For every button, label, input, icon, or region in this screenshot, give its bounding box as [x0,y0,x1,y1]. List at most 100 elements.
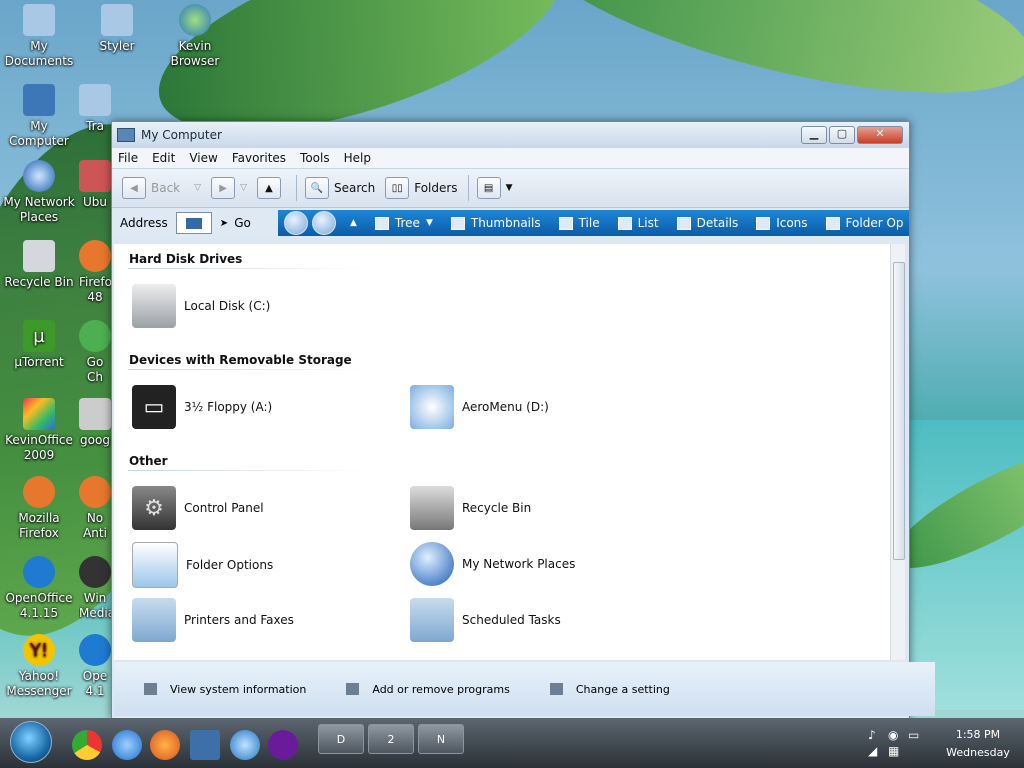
desktop-icon-utorrent[interactable]: µ µTorrent [1,320,77,370]
view-thumbnails[interactable]: Thumbnails [450,216,541,230]
item-floppy[interactable]: ▭ 3½ Floppy (A:) [132,385,272,429]
chrome-icon [79,320,111,352]
desktop-icon-kevinoffice[interactable]: KevinOffice 2009 [1,398,77,463]
desktop-icon-ope[interactable]: Ope 4.1 [79,634,111,699]
openoffice-icon [23,556,55,588]
title-bar[interactable]: My Computer ▁ ▢ ✕ [112,122,909,148]
item-control-panel[interactable]: ⚙ Control Panel [132,486,264,530]
menu-favorites[interactable]: Favorites [232,151,286,165]
desktop-icon-openoffice[interactable]: OpenOffice 4.1.15 [1,556,77,621]
vertical-scrollbar[interactable] [890,244,905,660]
menu-view[interactable]: View [189,151,217,165]
yahoo-icon[interactable] [268,730,298,760]
maximize-button[interactable]: ▢ [829,126,855,144]
computer-icon [23,84,55,116]
view-tree[interactable]: Tree ▼ [374,216,433,230]
view-list[interactable]: List [617,216,659,230]
desktop-icon-styler[interactable]: Styler [79,4,155,54]
chevron-down-icon: ▼ [425,218,433,228]
cd-drive-icon [410,385,454,429]
desktop-icon-yahoo-messenger[interactable]: Y! Yahoo! Messenger [1,634,77,699]
firefox-icon[interactable] [150,730,180,760]
internet-explorer-icon[interactable] [112,730,142,760]
clock[interactable]: 1:58 PM Wednesday [938,726,1018,762]
desktop-icon-tra[interactable]: Tra [79,84,111,134]
group-divider [128,470,368,471]
go-button[interactable]: Go [234,216,251,230]
menu-edit[interactable]: Edit [152,151,175,165]
desktop-icon-mozilla-firefox[interactable]: Mozilla Firefox [1,476,77,541]
scrollbar-thumb[interactable] [893,262,905,560]
tray-icon[interactable]: ◉ [888,728,898,742]
tray-icon[interactable]: ▭ [908,728,919,742]
view-tile[interactable]: Tile [558,216,600,230]
item-aeromenu[interactable]: AeroMenu (D:) [410,385,549,429]
clock-folder-icon [410,598,454,642]
task-change-setting[interactable]: Change a setting [549,683,670,696]
clock-time: 1:58 PM [955,728,1001,741]
up-triangle-icon[interactable]: ▲ [350,218,357,228]
desktop-icon-my-computer[interactable]: My Computer [1,84,77,149]
view-details[interactable]: Details [676,216,738,230]
my-computer-window: My Computer ▁ ▢ ✕ File Edit View Favorit… [111,121,935,719]
task-view-system-info[interactable]: View system information [144,683,306,696]
media-player-icon[interactable] [230,730,260,760]
globe-icon [179,4,211,36]
desktop-icon-kevin-browser[interactable]: Kevin Browser [157,4,233,69]
up-button[interactable]: ▲ [256,177,286,199]
programs-icon [346,683,360,695]
yahoo-icon: Y! [23,634,55,666]
up-arrow-icon: ▲ [256,177,281,199]
group-divider [128,369,368,370]
group-header: Hard Disk Drives [129,252,243,266]
volume-icon[interactable]: ◢ [868,744,877,758]
desktop-icon-win-media[interactable]: Win Media [79,556,111,621]
search-button[interactable]: 🔍 Search [304,177,375,199]
close-button[interactable]: ✕ [857,126,903,144]
menu-tools[interactable]: Tools [300,151,330,165]
folders-button[interactable]: ▯▯ Folders [385,177,458,199]
item-scheduled-tasks[interactable]: Scheduled Tasks [410,598,561,642]
start-button[interactable] [10,721,52,763]
desktop-icon-no-anti[interactable]: No Anti [79,476,111,541]
printer-folder-icon [132,598,176,642]
desktop-icon-recycle-bin[interactable]: Recycle Bin [1,240,77,290]
taskbar-button-d[interactable]: D [318,724,364,754]
network-icon[interactable]: ▦ [888,744,899,758]
item-printers-faxes[interactable]: Printers and Faxes [132,598,294,642]
forward-button[interactable]: ▶ ▽ [211,177,247,199]
views-button[interactable]: ▤ ▼ [476,177,512,199]
menu-bar: File Edit View Favorites Tools Help [112,148,909,169]
view-icons[interactable]: Icons [756,216,808,230]
taskbar-button-folders[interactable]: 2 [368,724,414,754]
openoffice-icon [79,634,111,666]
view-folder-options[interactable]: Folder Op [825,216,904,230]
item-my-network-places[interactable]: My Network Places [410,542,575,586]
minimize-button[interactable]: ▁ [801,126,827,144]
back-circle-icon[interactable] [284,211,308,235]
item-local-disk[interactable]: Local Disk (C:) [132,284,270,328]
desktop-icon-my-network-places[interactable]: My Network Places [1,160,77,225]
task-add-remove-programs[interactable]: Add or remove programs [346,683,510,696]
menu-file[interactable]: File [118,151,138,165]
desktop-icon-ubu[interactable]: Ubu [79,160,111,210]
chrome-icon[interactable] [72,730,102,760]
go-arrow-icon: ➤ [219,217,229,229]
desktop-icon-my-documents[interactable]: My Documents [1,4,77,69]
tray-icon[interactable]: ♪ [868,728,876,742]
file-list: Hard Disk Drives Local Disk (C:) Devices… [114,244,890,660]
taskbar-button-n[interactable]: N [418,724,464,754]
utorrent-icon: µ [23,320,55,352]
address-bar: Address ➤ Go ▲ Tree ▼ Thumbnails Tile Lis… [112,208,909,238]
desktop-icon-goog[interactable]: goog [79,398,111,448]
desktop-icon-chrome[interactable]: Go Ch [79,320,111,385]
desktop-icon-firefox-48[interactable]: Firefo 48 [79,240,111,305]
address-field[interactable] [175,212,212,234]
explorer-icon[interactable] [190,730,220,760]
item-folder-options[interactable]: Folder Options [132,542,273,588]
menu-help[interactable]: Help [344,151,371,165]
item-recycle-bin[interactable]: Recycle Bin [410,486,531,530]
forward-circle-icon[interactable] [312,211,336,235]
folder-options-icon [825,216,840,230]
back-button[interactable]: ◀ Back ▽ [122,177,201,199]
